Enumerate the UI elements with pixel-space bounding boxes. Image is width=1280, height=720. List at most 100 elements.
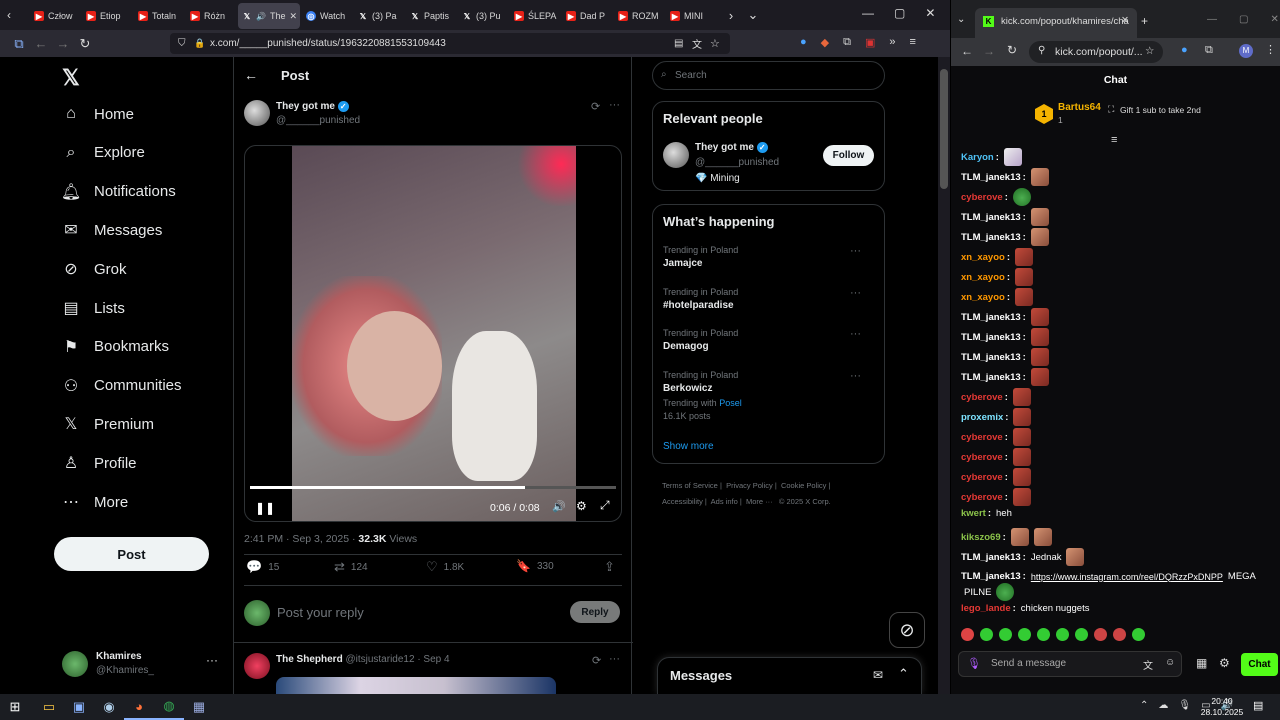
relevant-name[interactable]: They got me (695, 142, 754, 153)
tab-overflow-chevron-icon[interactable]: ⌄ (742, 5, 764, 25)
chat-emote-cat[interactable] (1003, 148, 1022, 166)
next-post-more-icon[interactable]: ··· (609, 653, 620, 665)
chat-emote-red[interactable] (1012, 428, 1031, 446)
quick-emote-icon[interactable] (1056, 628, 1069, 641)
back-arrow-icon[interactable]: ← (244, 67, 258, 83)
browser-tab[interactable]: 𝕏 (3) Pu (458, 3, 508, 29)
reply-action[interactable]: 💬 15 (246, 559, 279, 575)
chrome-maximize-icon[interactable]: ▢ (1239, 14, 1248, 25)
close-tab-icon[interactable]: ✕ (1121, 15, 1129, 26)
chat-emote-face[interactable] (1010, 528, 1029, 546)
footer-link[interactable]: Cookie Policy (781, 481, 826, 490)
chat-username[interactable]: xn_xayoo (961, 252, 1005, 263)
chat-emote-red[interactable] (1015, 248, 1033, 266)
trend-with-link[interactable]: Posel (719, 398, 742, 408)
chat-emote-red[interactable] (1030, 308, 1049, 326)
address-bar[interactable]: ⛉ 🔒 x.com/_____punished/status/196322088… (170, 33, 730, 54)
quick-emote-icon[interactable] (1094, 628, 1107, 641)
nav-item-lists[interactable]: ▤ Lists (62, 299, 124, 318)
new-message-icon[interactable]: ✉ (873, 668, 883, 682)
browser-tab[interactable]: ▶ Etiop (82, 3, 132, 29)
translate-chat-icon[interactable]: 文 (1143, 657, 1153, 672)
chat-username[interactable]: TLM_janek13 (961, 332, 1021, 343)
chrome-menu-icon[interactable]: ⋮ (1265, 43, 1276, 56)
chrome-back-icon[interactable]: ← (961, 44, 973, 58)
follow-button[interactable]: Follow (823, 145, 874, 166)
repost-action[interactable]: ⇄ 124 (334, 559, 368, 575)
relevant-handle[interactable]: @______punished (695, 157, 779, 168)
audio-playing-icon[interactable]: 🔊 (256, 12, 266, 21)
pinned-expand-icon[interactable]: ≡ (1111, 134, 1117, 146)
bookmark-star-icon[interactable]: ☆ (710, 37, 720, 50)
nav-item-profile[interactable]: ♙ Profile (62, 454, 137, 473)
footer-link[interactable]: Terms of Service (662, 481, 718, 490)
nav-item-notifications[interactable]: 🔔︎ Notifications (61, 183, 176, 201)
scroll-tabs-right-icon[interactable]: › (720, 5, 742, 25)
reply-input[interactable]: Post your reply (277, 605, 557, 620)
like-action[interactable]: ♡ 1.8K (426, 559, 464, 575)
trend-more-icon[interactable]: ··· (850, 370, 861, 382)
trend-item[interactable]: Trending in Poland Jamajce ··· (663, 245, 873, 269)
chrome-extension-icon[interactable]: ● (1181, 44, 1188, 56)
chat-username[interactable]: proxemix (961, 412, 1003, 423)
reply-button[interactable]: Reply (570, 601, 620, 623)
chat-emote-face[interactable] (1066, 548, 1085, 566)
relevant-avatar[interactable] (663, 142, 689, 168)
post-more-icon[interactable]: ··· (609, 99, 620, 111)
chat-input[interactable]: 🎙 Send a message 文 ☺ (958, 651, 1182, 677)
grok-floating-button[interactable]: ⊘ (889, 612, 925, 648)
chat-username[interactable]: TLM_janek13 (961, 571, 1021, 582)
show-more-link[interactable]: Show more (663, 441, 714, 452)
emote-picker-icon[interactable]: ☺ (1165, 657, 1175, 668)
post-button[interactable]: Post (54, 537, 209, 571)
trend-more-icon[interactable]: ··· (850, 328, 861, 340)
extension-badge-icon[interactable]: ▣ (865, 36, 875, 49)
chat-username[interactable]: cyberove (961, 472, 1003, 483)
chat-username[interactable]: cyberove (961, 192, 1003, 203)
reader-view-icon[interactable]: ▤ (674, 38, 683, 49)
back-icon[interactable]: ← (30, 34, 52, 54)
extension-ublock-icon[interactable]: ◆ (821, 36, 829, 49)
nav-item-messages[interactable]: ✉ Messages (62, 221, 162, 240)
footer-link[interactable]: Ads info (711, 497, 738, 506)
start-icon[interactable]: ⊞ (0, 694, 30, 720)
chrome-puzzle-icon[interactable]: ⧉ (1205, 44, 1213, 57)
pinned-user[interactable]: Bartus64 (1058, 102, 1101, 113)
nav-item-more[interactable]: ⋯ More (62, 493, 128, 512)
trend-more-icon[interactable]: ··· (850, 245, 861, 257)
search-input[interactable]: ⌕ Search (652, 61, 885, 90)
quick-emote-icon[interactable] (999, 628, 1012, 641)
chrome-address-bar[interactable]: ⚲ kick.com/popout/... ☆ (1029, 41, 1163, 63)
video-frame[interactable] (292, 146, 576, 521)
nav-item-bookmarks[interactable]: ⚑ Bookmarks (62, 338, 169, 356)
author-avatar[interactable] (244, 100, 270, 126)
overflow-menu-icon[interactable]: » (889, 36, 895, 49)
browser-tab[interactable]: 𝕏 (3) Pa (354, 3, 404, 29)
chat-username[interactable]: TLM_janek13 (961, 552, 1021, 563)
quick-emote-icon[interactable] (1113, 628, 1126, 641)
chat-emote-red[interactable] (1015, 268, 1033, 286)
browser-tab[interactable]: ▶ Różn (186, 3, 236, 29)
quick-emote-icon[interactable] (1037, 628, 1050, 641)
microphone-icon[interactable]: 🎙 (967, 657, 981, 670)
next-post-author[interactable]: The Shepherd (276, 654, 343, 665)
chat-username[interactable]: kwert (961, 508, 986, 519)
bookmark-action[interactable]: 🔖 330 (516, 559, 554, 573)
maximize-icon[interactable]: ▢ (894, 6, 905, 20)
chat-username[interactable]: TLM_janek13 (961, 312, 1021, 323)
nav-item-grok[interactable]: ⊘ Grok (62, 260, 126, 279)
chrome-reload-icon[interactable]: ↻ (1007, 43, 1017, 57)
next-post-media[interactable] (276, 677, 556, 694)
reload-icon[interactable]: ↻ (74, 34, 96, 54)
sidebar-toggle-icon[interactable]: ⧉ (8, 34, 30, 54)
chat-username[interactable]: lego_lande (961, 603, 1011, 614)
chat-emote-face[interactable] (1030, 168, 1049, 186)
messages-drawer[interactable]: Messages ✉ ⌃ (657, 657, 922, 694)
pinned-gift[interactable]: 1 Bartus64 1 ⛶ Gift 1 sub to take 2nd (1035, 102, 1235, 128)
chat-send-button[interactable]: Chat (1241, 653, 1278, 676)
chat-username[interactable]: TLM_janek13 (961, 212, 1021, 223)
browser-tab[interactable]: ▶ Człow (30, 3, 80, 29)
chat-username[interactable]: xn_xayoo (961, 292, 1005, 303)
close-window-icon[interactable]: ✕ (925, 6, 935, 20)
next-post-avatar[interactable] (244, 653, 270, 679)
